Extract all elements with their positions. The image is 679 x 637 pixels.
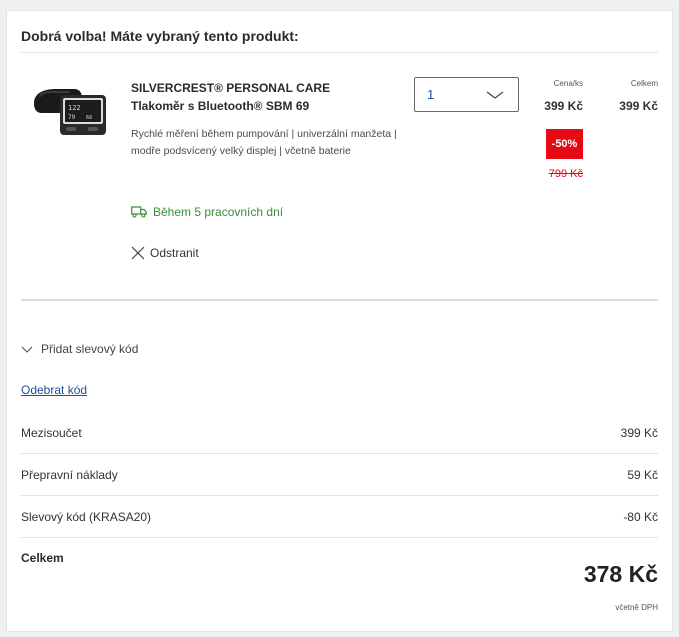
product-description: Rychlé měření během pumpování | univerzá… xyxy=(131,128,397,157)
truck-icon xyxy=(131,206,147,218)
grand-total-label: Celkem xyxy=(21,551,64,565)
add-coupon-label: Přidat slevový kód xyxy=(41,342,139,356)
product-image: 122 79 68 xyxy=(34,89,106,135)
chevron-down-icon xyxy=(486,91,504,99)
summary-value: -80 Kč xyxy=(623,509,658,524)
unit-price: 399 Kč xyxy=(544,99,583,113)
product-name[interactable]: SILVERCREST® PERSONAL CARE Tlakoměr s Bl… xyxy=(131,79,377,115)
section-divider xyxy=(21,299,658,301)
total-header: Celkem xyxy=(630,79,658,88)
svg-text:79: 79 xyxy=(68,114,76,121)
summary-row-discount: Slevový kód (KRASA20) -80 Kč xyxy=(21,496,658,538)
add-coupon-toggle[interactable]: Přidat slevový kód xyxy=(21,342,138,356)
svg-text:122: 122 xyxy=(68,104,81,112)
heading-divider xyxy=(21,52,658,53)
cart-heading: Dobrá volba! Máte vybraný tento produkt: xyxy=(21,28,299,44)
quantity-select[interactable]: 1 xyxy=(414,77,519,112)
summary-row-subtotal: Mezisoučet 399 Kč xyxy=(21,412,658,454)
chevron-down-icon xyxy=(21,346,33,353)
remove-button[interactable]: Odstranit xyxy=(131,246,199,260)
remove-coupon-link[interactable]: Odebrat kód xyxy=(21,383,87,397)
delivery-text: Během 5 pracovních dní xyxy=(153,205,284,219)
summary-label: Mezisoučet xyxy=(21,425,82,440)
summary-label: Přepravní náklady xyxy=(21,467,118,482)
summary-row-shipping: Přepravní náklady 59 Kč xyxy=(21,454,658,496)
old-price: 799 Kč xyxy=(548,168,583,180)
unit-price-header: Cena/ks xyxy=(553,79,583,88)
vat-note: včetně DPH xyxy=(615,603,658,612)
close-icon xyxy=(131,246,145,260)
delivery-info: Během 5 pracovních dní xyxy=(131,205,283,219)
remove-label: Odstranit xyxy=(150,246,199,260)
cart-card: Dobrá volba! Máte vybraný tento produkt:… xyxy=(6,10,673,632)
summary-value: 59 Kč xyxy=(627,467,658,482)
svg-text:68: 68 xyxy=(86,115,92,121)
line-total-price: 399 Kč xyxy=(619,99,658,113)
summary-label: Slevový kód (KRASA20) xyxy=(21,509,152,524)
summary-value: 399 Kč xyxy=(620,425,658,440)
grand-total-value: 378 Kč xyxy=(583,561,658,587)
discount-badge: -50% xyxy=(546,129,583,159)
quantity-value: 1 xyxy=(427,87,435,102)
